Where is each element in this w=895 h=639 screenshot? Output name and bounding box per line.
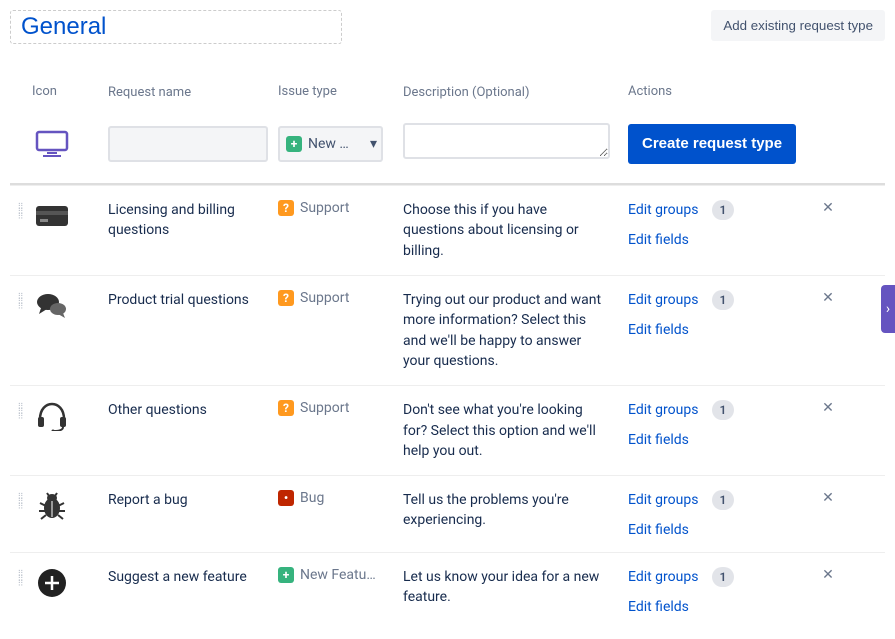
drag-handle-icon[interactable]: ⠿⠿⠿ <box>18 204 25 219</box>
drag-handle-icon[interactable]: ⠿⠿⠿ <box>18 571 25 586</box>
remove-icon[interactable]: ✕ <box>822 400 834 416</box>
table-row: ⠿⠿⠿ Other questions ? Support Don't see … <box>10 385 885 475</box>
header-type: Issue type <box>278 84 403 103</box>
add-existing-button[interactable]: Add existing request type <box>711 10 885 41</box>
header-icon: Icon <box>32 84 108 103</box>
edit-groups-link[interactable]: Edit groups <box>628 402 698 418</box>
header-name: Request name <box>108 84 278 103</box>
row-icon <box>32 200 72 232</box>
issue-type-icon: ? <box>278 200 294 216</box>
groups-count: 1 <box>712 200 734 220</box>
new-name-input[interactable] <box>108 126 268 162</box>
monitor-icon[interactable] <box>32 128 72 160</box>
row-desc: Trying out our product and want more inf… <box>403 290 628 371</box>
feedback-tab[interactable]: › <box>881 285 895 333</box>
issue-type-label: Support <box>300 290 349 306</box>
edit-fields-link[interactable]: Edit fields <box>628 232 689 248</box>
groups-count: 1 <box>712 490 734 510</box>
row-name: Report a bug <box>108 490 278 510</box>
new-desc-input[interactable] <box>403 123 610 159</box>
request-types-grid: Icon Request name Issue type Description… <box>10 84 885 629</box>
drag-handle-icon[interactable]: ⠿⠿⠿ <box>18 494 25 509</box>
remove-icon[interactable]: ✕ <box>822 200 834 216</box>
issue-type-icon: ? <box>278 400 294 416</box>
row-icon <box>32 400 72 432</box>
issue-type-icon: + <box>278 567 294 583</box>
row-name: Suggest a new feature <box>108 567 278 587</box>
issue-type-icon: • <box>278 490 294 506</box>
row-desc: Let us know your idea for a new feature. <box>403 567 628 608</box>
row-name: Licensing and billing questions <box>108 200 278 241</box>
table-header: Icon Request name Issue type Description… <box>10 84 885 113</box>
new-request-form: +New … ▾ Create request type <box>10 113 885 185</box>
header-desc: Description (Optional) <box>403 84 628 103</box>
row-name: Other questions <box>108 400 278 420</box>
create-request-type-button[interactable]: Create request type <box>628 124 796 164</box>
edit-fields-link[interactable]: Edit fields <box>628 322 689 338</box>
issue-type-label: New Featu… <box>300 567 376 583</box>
row-desc: Don't see what you're looking for? Selec… <box>403 400 628 461</box>
drag-handle-icon[interactable]: ⠿⠿⠿ <box>18 294 25 309</box>
groups-count: 1 <box>712 400 734 420</box>
issue-type-label: Support <box>300 200 349 216</box>
edit-fields-link[interactable]: Edit fields <box>628 599 689 615</box>
remove-icon[interactable]: ✕ <box>822 290 834 306</box>
header-actions: Actions <box>628 84 808 103</box>
remove-icon[interactable]: ✕ <box>822 567 834 583</box>
edit-fields-link[interactable]: Edit fields <box>628 522 689 538</box>
table-row: ⠿⠿⠿ Suggest a new feature + New Featu… L… <box>10 552 885 629</box>
remove-icon[interactable]: ✕ <box>822 490 834 506</box>
new-type-select[interactable]: +New … ▾ <box>278 126 383 162</box>
chevron-down-icon: ▾ <box>370 136 377 152</box>
row-icon <box>32 490 72 522</box>
edit-groups-link[interactable]: Edit groups <box>628 569 698 585</box>
groups-count: 1 <box>712 567 734 587</box>
edit-groups-link[interactable]: Edit groups <box>628 202 698 218</box>
edit-groups-link[interactable]: Edit groups <box>628 292 698 308</box>
edit-fields-link[interactable]: Edit fields <box>628 432 689 448</box>
table-row: ⠿⠿⠿ Product trial questions ? Support Tr… <box>10 275 885 385</box>
row-desc: Choose this if you have questions about … <box>403 200 628 261</box>
drag-handle-icon[interactable]: ⠿⠿⠿ <box>18 404 25 419</box>
groups-count: 1 <box>712 290 734 310</box>
table-row: ⠿⠿⠿ Report a bug • Bug Tell us the probl… <box>10 475 885 552</box>
row-icon <box>32 567 72 599</box>
issue-type-icon: ? <box>278 290 294 306</box>
row-name: Product trial questions <box>108 290 278 310</box>
issue-type-label: Support <box>300 400 349 416</box>
edit-groups-link[interactable]: Edit groups <box>628 492 698 508</box>
issue-type-label: Bug <box>300 490 324 506</box>
row-icon <box>32 290 72 322</box>
row-desc: Tell us the problems you're experiencing… <box>403 490 628 531</box>
table-row: ⠿⠿⠿ Licensing and billing questions ? Su… <box>10 185 885 275</box>
group-title-input[interactable] <box>10 10 342 44</box>
